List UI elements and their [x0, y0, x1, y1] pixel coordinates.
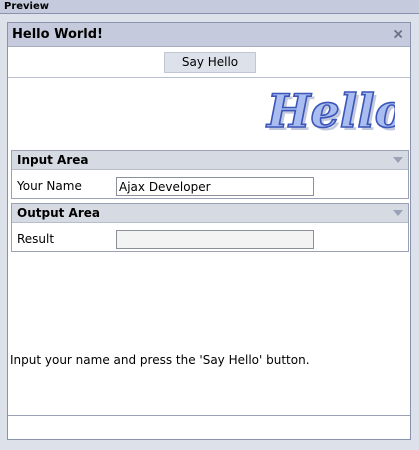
result-field[interactable] [116, 230, 314, 249]
your-name-input[interactable] [116, 177, 314, 196]
toolbar: Say Hello [8, 47, 410, 78]
window-header: Hello World! [8, 23, 410, 47]
result-label: Result [17, 232, 55, 246]
input-area-group: Input Area Your Name [11, 150, 409, 199]
output-area-group: Output Area Result [11, 203, 409, 252]
close-icon[interactable] [392, 28, 404, 40]
instructions-text: Input your name and press the 'Say Hello… [10, 353, 310, 367]
chevron-down-icon[interactable] [393, 209, 403, 217]
input-area-title: Input Area [17, 153, 89, 167]
window-title: Hello World! [12, 27, 103, 42]
preview-title: Preview [4, 1, 50, 12]
output-area-title: Output Area [17, 206, 100, 220]
logo-text: Hello [265, 85, 395, 138]
chevron-down-icon[interactable] [393, 156, 403, 164]
say-hello-button[interactable]: Say Hello [164, 52, 256, 73]
status-bar [8, 415, 410, 439]
input-area-header[interactable]: Input Area [12, 151, 408, 170]
preview-title-bar: Preview [0, 0, 419, 14]
your-name-label: Your Name [17, 179, 82, 193]
hello-logo: Hello Hello [264, 85, 395, 139]
output-area-header[interactable]: Output Area [12, 204, 408, 223]
hello-world-window: Hello World! Say Hello Hello Hello Input… [7, 22, 411, 440]
